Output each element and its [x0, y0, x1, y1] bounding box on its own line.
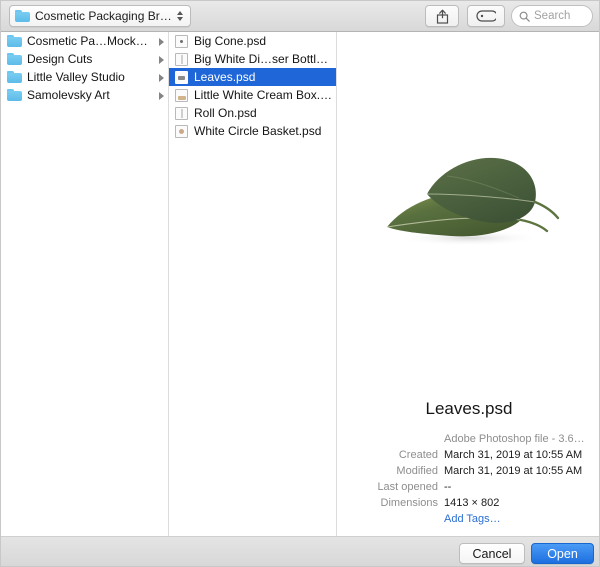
metadata-label: Created: [398, 449, 438, 461]
dialog-toolbar: Cosmetic Packaging Br… Search: [1, 1, 599, 32]
metadata-row: Adobe Photoshop file - 3.6…: [337, 432, 599, 446]
file-list-item[interactable]: Big White Di…ser Bottle.psd: [169, 50, 336, 68]
preview-image: [337, 142, 599, 292]
metadata-list: Adobe Photoshop file - 3.6… Created Marc…: [337, 432, 599, 528]
share-icon: [436, 9, 448, 24]
file-list-item[interactable]: White Circle Basket.psd: [169, 122, 336, 140]
dialog-bottom-bar: Cancel Open: [1, 536, 599, 566]
list-item[interactable]: Cosmetic Pa…Mockup Zone: [1, 32, 168, 50]
search-icon: [519, 11, 530, 22]
psd-thumbnail-icon: [175, 106, 188, 120]
folder-column[interactable]: Cosmetic Pa…Mockup Zone Design Cuts Litt…: [1, 32, 169, 536]
file-list-item-selected[interactable]: Leaves.psd: [169, 68, 336, 86]
metadata-label: Dimensions: [380, 497, 438, 509]
metadata-value-dimensions: 1413 × 802: [444, 497, 500, 509]
folder-icon: [15, 10, 30, 22]
metadata-row: Modified March 31, 2019 at 10:55 AM: [337, 464, 599, 478]
add-tags-link[interactable]: Add Tags…: [444, 512, 599, 526]
tag-button[interactable]: [467, 5, 505, 27]
psd-thumbnail-icon: [175, 34, 188, 48]
list-item[interactable]: Design Cuts: [1, 50, 168, 68]
folder-icon: [7, 89, 22, 101]
metadata-value-last-opened: --: [444, 481, 452, 493]
list-item[interactable]: Samolevsky Art: [1, 86, 168, 104]
file-list-item-label: Big White Di…ser Bottle.psd: [194, 52, 333, 66]
folder-icon: [7, 35, 22, 47]
tag-icon: [476, 10, 496, 22]
folder-icon: [7, 53, 22, 65]
open-button[interactable]: Open: [531, 543, 594, 564]
metadata-value-created: March 31, 2019 at 10:55 AM: [444, 449, 583, 461]
list-item[interactable]: Little Valley Studio: [1, 68, 168, 86]
psd-thumbnail-icon: [175, 52, 188, 66]
metadata-label: Modified: [396, 465, 438, 477]
leaves-illustration: [386, 157, 560, 246]
metadata-label: Last opened: [377, 481, 438, 493]
list-item-label: Samolevsky Art: [27, 88, 110, 102]
metadata-value-modified: March 31, 2019 at 10:55 AM: [444, 465, 583, 477]
metadata-row: Last opened --: [337, 480, 599, 494]
metadata-value-kind: Adobe Photoshop file - 3.6…: [444, 433, 585, 445]
column-browser: Cosmetic Pa…Mockup Zone Design Cuts Litt…: [1, 32, 599, 536]
metadata-row: Add Tags…: [337, 512, 599, 526]
file-list-item[interactable]: Roll On.psd: [169, 104, 336, 122]
file-list-item[interactable]: Little White Cream Box.psd: [169, 86, 336, 104]
file-list-item-label: Roll On.psd: [194, 106, 257, 120]
path-popup-button[interactable]: Cosmetic Packaging Br…: [9, 5, 191, 27]
file-list-item-label: Little White Cream Box.psd: [194, 88, 333, 102]
list-item-label: Design Cuts: [27, 52, 93, 66]
list-item-label: Little Valley Studio: [27, 70, 125, 84]
metadata-row: Dimensions 1413 × 802: [337, 496, 599, 510]
path-popup-label: Cosmetic Packaging Br…: [35, 9, 172, 23]
list-item-label: Cosmetic Pa…Mockup Zone: [27, 34, 152, 48]
metadata-row: Created March 31, 2019 at 10:55 AM: [337, 448, 599, 462]
psd-thumbnail-icon: [175, 124, 188, 138]
psd-thumbnail-icon: [175, 70, 188, 84]
search-input[interactable]: Search: [511, 5, 593, 27]
chevron-up-down-icon: [175, 7, 186, 25]
psd-thumbnail-icon: [175, 88, 188, 102]
file-list-item[interactable]: Big Cone.psd: [169, 32, 336, 50]
share-button[interactable]: [425, 5, 459, 27]
file-list-item-label: Big Cone.psd: [194, 34, 267, 48]
file-list-item-label: White Circle Basket.psd: [194, 124, 322, 138]
file-column[interactable]: Big Cone.psd Big White Di…ser Bottle.psd…: [169, 32, 337, 536]
cancel-button[interactable]: Cancel: [459, 543, 525, 564]
preview-column: Leaves.psd Adobe Photoshop file - 3.6… C…: [337, 32, 599, 536]
folder-icon: [7, 71, 22, 83]
preview-file-title: Leaves.psd: [425, 399, 513, 418]
open-file-dialog: Cosmetic Packaging Br… Search Cosmetic P…: [0, 0, 600, 567]
file-list-item-label: Leaves.psd: [194, 70, 256, 84]
search-placeholder: Search: [534, 10, 571, 22]
